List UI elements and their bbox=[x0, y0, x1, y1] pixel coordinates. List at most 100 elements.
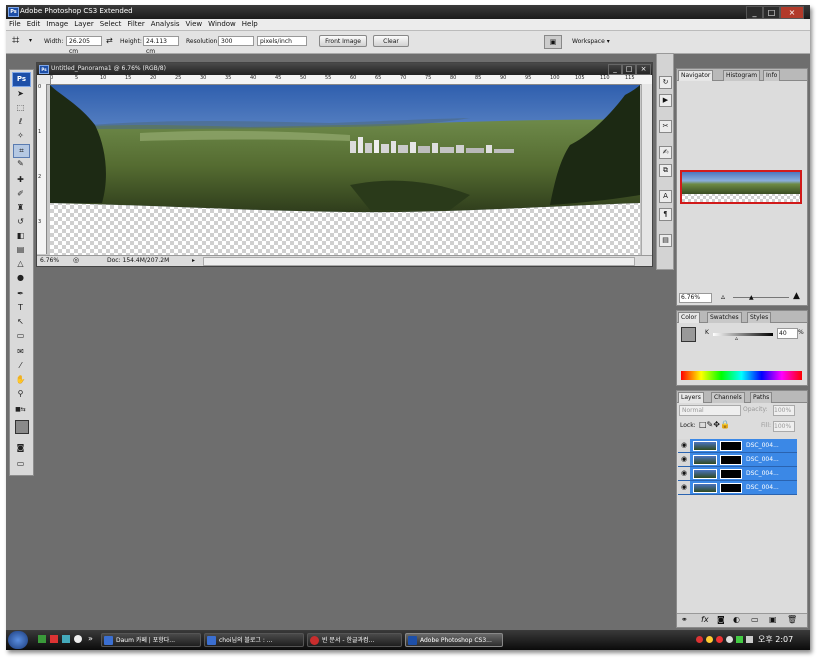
task-hangul-document[interactable]: 빈 문서 - 한글과컴... bbox=[307, 633, 402, 647]
new-layer-icon[interactable]: ▣ bbox=[769, 615, 777, 624]
quicklaunch-app-icon[interactable] bbox=[50, 635, 58, 643]
menu-filter[interactable]: Filter bbox=[124, 19, 147, 29]
type-tool-icon[interactable]: T bbox=[13, 302, 28, 314]
menu-layer[interactable]: Layer bbox=[71, 19, 97, 29]
horizontal-scrollbar[interactable] bbox=[203, 257, 635, 266]
delete-layer-icon[interactable]: 🗑 bbox=[787, 615, 797, 624]
tab-info[interactable]: Info bbox=[763, 70, 781, 81]
quicklaunch-desktop-icon[interactable] bbox=[38, 635, 46, 643]
status-info-icon[interactable]: ◎ bbox=[73, 256, 79, 264]
zoom-slider[interactable] bbox=[733, 297, 789, 298]
actions-panel-icon[interactable]: ▶ bbox=[659, 94, 672, 107]
quick-mask-icon[interactable]: ◙ bbox=[13, 442, 28, 454]
zoom-tool-icon[interactable]: ⚲ bbox=[13, 388, 28, 400]
tray-icon-2[interactable] bbox=[706, 636, 713, 643]
tab-navigator[interactable]: Navigator bbox=[678, 70, 714, 81]
quicklaunch-media-icon[interactable] bbox=[74, 635, 82, 643]
swap-dimensions-icon[interactable]: ⇄ bbox=[106, 36, 113, 45]
opacity-field[interactable]: 100% bbox=[773, 405, 795, 416]
crop-icon[interactable]: ⌗ bbox=[12, 34, 19, 48]
blend-mode-select[interactable]: Normal bbox=[679, 405, 741, 416]
menu-image[interactable]: Image bbox=[43, 19, 71, 29]
tab-layers[interactable]: Layers bbox=[678, 392, 704, 403]
menu-view[interactable]: View bbox=[183, 19, 206, 29]
eye-icon[interactable]: ◉ bbox=[678, 439, 690, 452]
resolution-field[interactable]: 300 bbox=[218, 36, 254, 46]
panorama-canvas[interactable] bbox=[50, 85, 640, 255]
tool-preset-dropdown-icon[interactable]: ▾ bbox=[29, 37, 32, 44]
zoom-level[interactable]: 6.76% bbox=[40, 257, 59, 264]
tray-icon-1[interactable] bbox=[696, 636, 703, 643]
brush-tool-icon[interactable]: ✐ bbox=[13, 188, 28, 200]
layer-comps-icon[interactable]: ▤ bbox=[659, 234, 672, 247]
hand-tool-icon[interactable]: ✋ bbox=[13, 374, 28, 386]
eraser-tool-icon[interactable]: ◧ bbox=[13, 230, 28, 242]
doc-maximize-button[interactable]: □ bbox=[622, 64, 636, 75]
tray-icon-4[interactable] bbox=[726, 636, 733, 643]
brushes-panel-icon[interactable]: ✍ bbox=[659, 146, 672, 159]
tool-presets-icon[interactable]: ✂ bbox=[659, 120, 672, 133]
k-slider-thumb[interactable]: ▵ bbox=[735, 335, 738, 342]
healing-brush-tool-icon[interactable]: ✚ bbox=[13, 174, 28, 186]
layer-row[interactable]: ◉ DSC_004... bbox=[678, 453, 797, 467]
quicklaunch-more-icon[interactable]: » bbox=[88, 634, 93, 643]
character-panel-icon[interactable]: A bbox=[659, 190, 672, 203]
adjustment-layer-icon[interactable]: ◐ bbox=[733, 615, 740, 624]
navigator-zoom-field[interactable]: 6.76% bbox=[679, 293, 712, 303]
menu-file[interactable]: File bbox=[6, 19, 24, 29]
add-mask-icon[interactable]: ◙ bbox=[717, 615, 725, 624]
screen-mode-icon[interactable]: ▭ bbox=[13, 458, 28, 470]
tab-color[interactable]: Color bbox=[678, 312, 700, 323]
lock-icons[interactable]: □✎✥🔒 bbox=[699, 420, 730, 429]
menu-window[interactable]: Window bbox=[205, 19, 239, 29]
resolution-unit-select[interactable]: pixels/inch bbox=[257, 36, 307, 46]
layer-row[interactable]: ◉ DSC_004... bbox=[678, 439, 797, 453]
task-blog[interactable]: choi님의 블로그 : ... bbox=[204, 633, 304, 647]
tray-icon-3[interactable] bbox=[716, 636, 723, 643]
notes-tool-icon[interactable]: ✉ bbox=[13, 346, 28, 358]
marquee-tool-icon[interactable]: ⬚ bbox=[13, 102, 28, 114]
navigator-proxy-view[interactable] bbox=[680, 170, 802, 204]
doc-close-button[interactable]: × bbox=[636, 64, 651, 75]
tab-styles[interactable]: Styles bbox=[747, 312, 772, 323]
bridge-icon[interactable]: ▣ bbox=[544, 35, 562, 49]
fill-field[interactable]: 100% bbox=[773, 421, 795, 432]
height-field[interactable]: 24.113 cm bbox=[143, 36, 179, 55]
color-ramp[interactable] bbox=[681, 371, 802, 380]
color-foreground-swatch[interactable] bbox=[681, 327, 696, 342]
status-menu-arrow-icon[interactable]: ▸ bbox=[192, 257, 195, 264]
network-icon[interactable] bbox=[736, 636, 743, 643]
layer-style-icon[interactable]: fx bbox=[701, 615, 709, 624]
default-colors-icon[interactable]: ■⇆ bbox=[13, 404, 28, 416]
width-field[interactable]: 26.205 cm bbox=[66, 36, 102, 55]
move-tool-icon[interactable]: ➤ bbox=[13, 88, 28, 100]
quicklaunch-ie-icon[interactable] bbox=[62, 635, 70, 643]
zoom-slider-thumb[interactable]: ▲ bbox=[749, 294, 754, 301]
path-selection-tool-icon[interactable]: ↖ bbox=[13, 316, 28, 328]
close-button[interactable]: × bbox=[780, 6, 804, 19]
workspace-menu[interactable]: Workspace ▾ bbox=[572, 38, 610, 45]
magic-wand-tool-icon[interactable]: ✧ bbox=[13, 130, 28, 142]
clear-button[interactable]: Clear bbox=[373, 35, 409, 47]
blur-tool-icon[interactable]: △ bbox=[13, 258, 28, 270]
task-photoshop[interactable]: Adobe Photoshop CS3... bbox=[405, 633, 503, 647]
front-image-button[interactable]: Front Image bbox=[319, 35, 367, 47]
clone-source-icon[interactable]: ⧉ bbox=[659, 164, 672, 177]
start-button[interactable] bbox=[8, 631, 28, 649]
slice-tool-icon[interactable]: ✎ bbox=[13, 158, 28, 170]
layer-row[interactable]: ◉ DSC_004... bbox=[678, 467, 797, 481]
paragraph-panel-icon[interactable]: ¶ bbox=[659, 208, 672, 221]
lasso-tool-icon[interactable]: ℓ bbox=[13, 116, 28, 128]
link-layers-icon[interactable]: ⚭ bbox=[681, 615, 688, 624]
k-slider[interactable] bbox=[713, 333, 773, 336]
doc-minimize-button[interactable]: _ bbox=[608, 64, 622, 75]
k-value-field[interactable]: 40 bbox=[777, 328, 798, 339]
foreground-color-swatch[interactable] bbox=[15, 420, 29, 434]
tab-channels[interactable]: Channels bbox=[711, 392, 745, 403]
tab-paths[interactable]: Paths bbox=[750, 392, 773, 403]
new-group-icon[interactable]: ▭ bbox=[751, 615, 759, 624]
zoom-out-icon[interactable]: ▵ bbox=[721, 292, 725, 301]
vertical-scrollbar[interactable] bbox=[641, 84, 652, 255]
volume-icon[interactable] bbox=[746, 636, 753, 643]
menu-analysis[interactable]: Analysis bbox=[148, 19, 183, 29]
